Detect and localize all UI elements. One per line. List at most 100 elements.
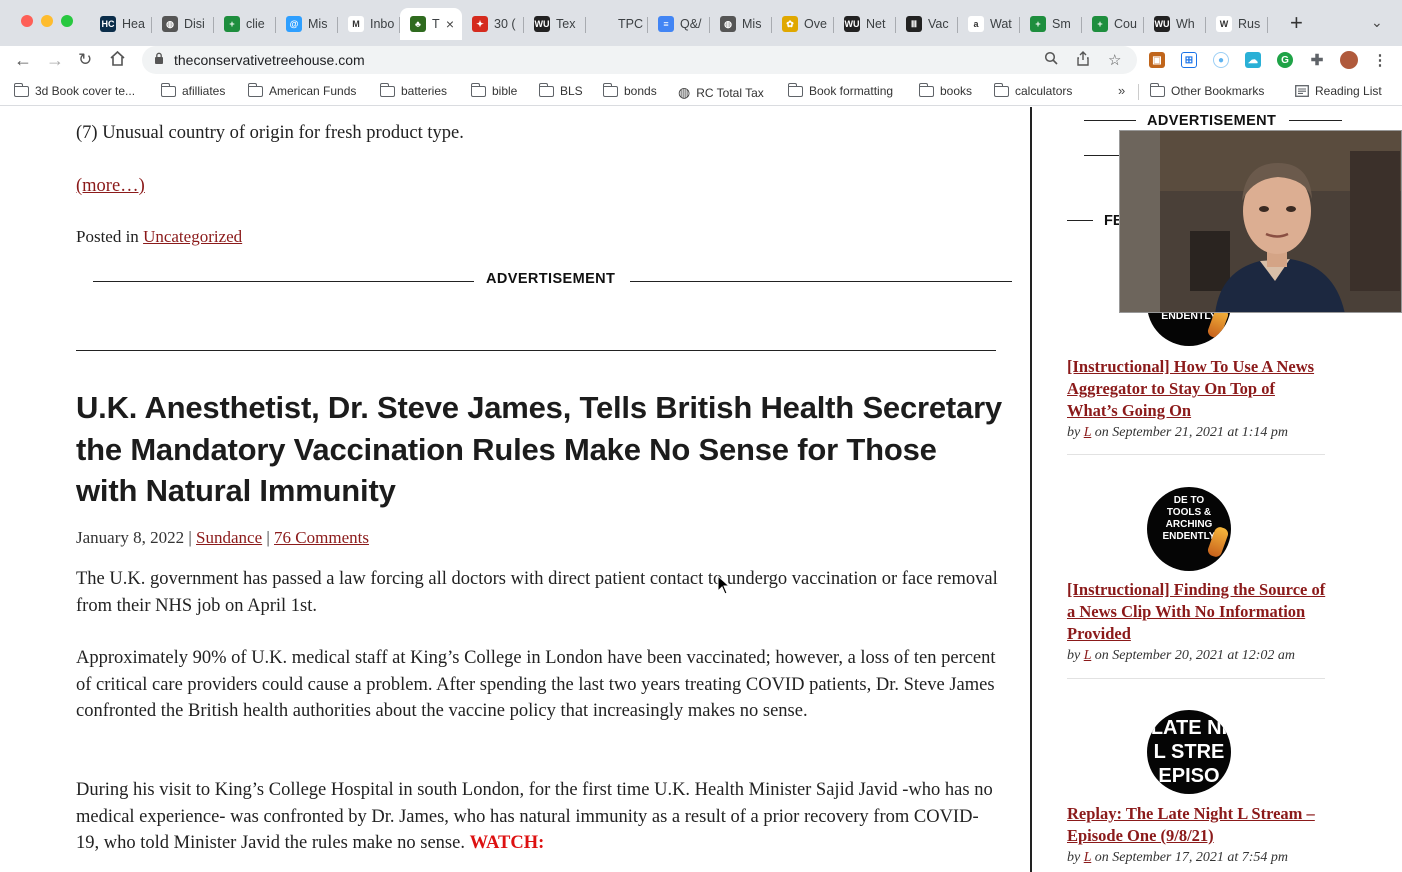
blank-icon bbox=[596, 16, 612, 32]
tab-15[interactable]: + Sm bbox=[1020, 8, 1082, 40]
tab-10[interactable]: ◍ Mis bbox=[710, 8, 772, 40]
url-text: theconservativetreehouse.com bbox=[174, 52, 365, 68]
folder-icon bbox=[379, 82, 395, 97]
post-divider bbox=[76, 350, 996, 351]
tab-search-chevron-icon[interactable]: ⌄ bbox=[1371, 14, 1383, 31]
bookmark-item[interactable]: batteries bbox=[379, 82, 447, 98]
tabs: HC Hea ◍ Disi + clie @ Mis M Inbo ♣ T × ✦ 30 (WU Tex TPC… bbox=[90, 8, 1268, 42]
wu-icon: WU bbox=[1154, 16, 1170, 32]
bookmark-item[interactable]: BLS bbox=[538, 82, 583, 98]
bookmark-item[interactable]: ◍ RC Total Tax bbox=[678, 84, 764, 101]
tab-2[interactable]: + clie bbox=[214, 8, 276, 40]
fullscreen-window-button[interactable] bbox=[61, 15, 73, 27]
post-title[interactable]: U.K. Anesthetist, Dr. Steve James, Tells… bbox=[76, 387, 1006, 512]
extensions-puzzle-icon[interactable]: ✚ bbox=[1309, 52, 1325, 69]
item-date: on September 20, 2021 at 12:02 am bbox=[1091, 648, 1296, 663]
bookmark-item[interactable]: Book formatting bbox=[787, 82, 894, 98]
toolbar: ← → ↻ theconservativetreehouse.com ☆ ▣ ⊞… bbox=[0, 46, 1402, 76]
bookmark-item[interactable]: 3d Book cover te... bbox=[13, 82, 135, 98]
sidebar-item-title[interactable]: [Instructional] How To Use A News Aggreg… bbox=[1067, 356, 1329, 422]
tab-17[interactable]: WU Wh bbox=[1144, 8, 1206, 40]
extension-grammar-icon[interactable]: G bbox=[1277, 52, 1293, 68]
tab-5[interactable]: ♣ T × bbox=[400, 8, 462, 40]
tab-13[interactable]: Ⅲ Vac bbox=[896, 8, 958, 40]
tab-strip: HC Hea ◍ Disi + clie @ Mis M Inbo ♣ T × ✦ 30 (WU Tex TPC… bbox=[0, 0, 1402, 46]
tab-label: Rus bbox=[1238, 17, 1261, 31]
sidebar-separator bbox=[1067, 454, 1325, 455]
posted-in-label: Posted in bbox=[76, 227, 144, 246]
tab-18[interactable]: W Rus bbox=[1206, 8, 1268, 40]
sidebar-advertisement-label: ADVERTISEMENT bbox=[1147, 113, 1277, 129]
sheets-icon: + bbox=[224, 16, 240, 32]
bookmark-item[interactable]: American Funds bbox=[247, 82, 356, 98]
tab-6[interactable]: ✦ 30 ( bbox=[462, 8, 524, 40]
tab-label: 30 ( bbox=[494, 17, 516, 31]
tab-4[interactable]: M Inbo bbox=[338, 8, 400, 40]
folder-icon bbox=[247, 82, 263, 97]
new-tab-button[interactable]: + bbox=[1290, 11, 1303, 35]
bookmarks-bar: 3d Book cover te... afilliates American Fu… bbox=[0, 78, 1402, 106]
back-icon[interactable]: ← bbox=[14, 50, 32, 70]
extension-orange-icon[interactable]: ▣ bbox=[1149, 52, 1165, 68]
bookmark-star-icon[interactable]: ☆ bbox=[1108, 51, 1121, 69]
address-bar[interactable]: theconservativetreehouse.com ☆ bbox=[142, 46, 1137, 74]
bookmark-item[interactable]: books bbox=[918, 82, 972, 98]
share-icon[interactable] bbox=[1076, 51, 1090, 70]
item-thumbnail[interactable]: LATE NI L STRE EPISO bbox=[1147, 710, 1231, 794]
forward-icon[interactable]: → bbox=[46, 50, 64, 70]
zoom-icon[interactable] bbox=[1044, 51, 1058, 69]
close-tab-icon[interactable]: × bbox=[446, 16, 454, 32]
folder-icon bbox=[470, 82, 486, 97]
tab-label: Mis bbox=[742, 17, 762, 31]
close-window-button[interactable] bbox=[21, 15, 33, 27]
tab-label: T bbox=[432, 17, 440, 31]
other-bookmarks-folder[interactable]: Other Bookmarks bbox=[1149, 82, 1264, 98]
folder-icon bbox=[1149, 82, 1165, 97]
category-link[interactable]: Uncategorized bbox=[143, 227, 242, 246]
author-link[interactable]: Sundance bbox=[196, 528, 262, 547]
tab-3[interactable]: @ Mis bbox=[276, 8, 338, 40]
sidebar-item-meta: by L on September 20, 2021 at 12:02 am bbox=[1067, 648, 1295, 664]
tab-0[interactable]: HC Hea bbox=[90, 8, 152, 40]
tab-9[interactable]: ≡ Q&/ bbox=[648, 8, 710, 40]
bookmark-label: BLS bbox=[560, 84, 583, 98]
reading-list-button[interactable]: Reading List bbox=[1295, 84, 1382, 98]
wikipedia-icon: W bbox=[1216, 16, 1232, 32]
more-bookmarks-button[interactable]: » bbox=[1118, 83, 1125, 98]
tab-7[interactable]: WU Tex bbox=[524, 8, 586, 40]
more-link[interactable]: (more…) bbox=[76, 176, 145, 196]
sidebar-item-title[interactable]: Replay: The Late Night L Stream – Episod… bbox=[1067, 803, 1329, 847]
profile-avatar[interactable] bbox=[1340, 51, 1358, 69]
bookmark-label: Book formatting bbox=[809, 84, 894, 98]
wu-icon: WU bbox=[534, 16, 550, 32]
bookmark-item[interactable]: bible bbox=[470, 82, 517, 98]
comments-link[interactable]: 76 Comments bbox=[274, 528, 369, 547]
item-thumbnail[interactable]: DE TO TOOLS & ARCHING ENDENTLY bbox=[1147, 487, 1231, 571]
tab-8[interactable]: TPC bbox=[586, 8, 648, 40]
sidebar-item-meta: by L on September 17, 2021 at 7:54 pm bbox=[1067, 850, 1288, 866]
globe-icon: ◍ bbox=[162, 16, 178, 32]
sidebar-ad-line-left bbox=[1084, 120, 1136, 121]
bookmark-item[interactable]: bonds bbox=[602, 82, 657, 98]
extension-circle-icon[interactable]: ● bbox=[1213, 52, 1229, 68]
sidebar-item-title[interactable]: [Instructional] Finding the Source of a … bbox=[1067, 579, 1329, 645]
extension-window-icon[interactable]: ⊞ bbox=[1181, 52, 1197, 68]
tab-label: clie bbox=[246, 17, 265, 31]
tab-12[interactable]: WU Net bbox=[834, 8, 896, 40]
tab-1[interactable]: ◍ Disi bbox=[152, 8, 214, 40]
minimize-window-button[interactable] bbox=[41, 15, 53, 27]
docs-icon: ≡ bbox=[658, 16, 674, 32]
lock-icon bbox=[155, 52, 163, 64]
bookmark-item[interactable]: afilliates bbox=[160, 82, 225, 98]
tab-14[interactable]: a Wat bbox=[958, 8, 1020, 40]
tab-16[interactable]: + Cou bbox=[1082, 8, 1144, 40]
home-icon[interactable] bbox=[109, 50, 126, 71]
reload-icon[interactable]: ↻ bbox=[78, 50, 92, 70]
globe-icon: ◍ bbox=[678, 84, 691, 100]
bookmark-item[interactable]: calculators bbox=[993, 82, 1072, 98]
browser-menu-icon[interactable]: ⋮ bbox=[1372, 52, 1388, 69]
extension-cloud-icon[interactable]: ☁ bbox=[1245, 52, 1261, 68]
tab-label: TPC bbox=[618, 17, 643, 31]
tab-11[interactable]: ✿ Ove bbox=[772, 8, 834, 40]
maple-leaf-icon: ✦ bbox=[472, 16, 488, 32]
